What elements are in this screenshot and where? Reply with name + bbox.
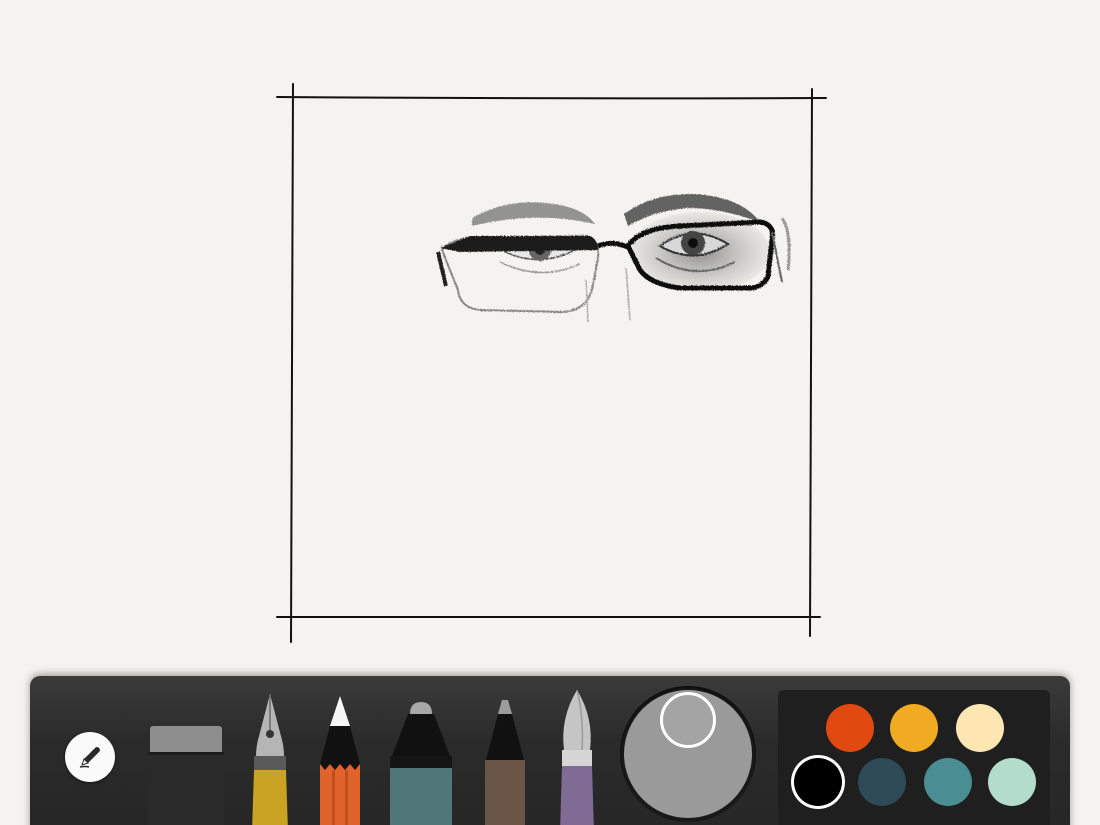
canvas-drawing xyxy=(276,83,827,643)
pencil-tool-icon xyxy=(320,696,360,825)
tool-tray xyxy=(30,676,1070,825)
size-dial-face xyxy=(624,690,752,818)
eyes-with-glasses-sketch xyxy=(436,194,791,323)
marker-icon xyxy=(390,702,452,825)
fountain-pen-icon xyxy=(252,694,288,825)
brush-icon xyxy=(560,689,594,825)
color-swatch[interactable] xyxy=(956,704,1004,752)
color-palette xyxy=(778,690,1050,825)
pencil-tool[interactable] xyxy=(318,694,362,825)
pencil-icon xyxy=(79,747,100,768)
fineliner-icon xyxy=(485,700,525,825)
color-swatch[interactable] xyxy=(858,758,906,806)
drawing-canvas[interactable] xyxy=(0,0,1100,670)
color-swatch[interactable] xyxy=(924,758,972,806)
sketch-frame xyxy=(276,83,827,643)
marker-tool[interactable] xyxy=(386,696,456,825)
eraser-icon xyxy=(148,726,224,825)
brush-tool[interactable] xyxy=(554,688,600,825)
fineliner-tool[interactable] xyxy=(482,698,528,825)
fountain-pen-tool[interactable] xyxy=(248,692,292,825)
app-window xyxy=(0,0,1100,825)
size-indicator-ring[interactable] xyxy=(660,692,716,748)
color-swatch[interactable] xyxy=(988,758,1036,806)
color-swatch[interactable] xyxy=(794,758,842,806)
color-swatch[interactable] xyxy=(890,704,938,752)
color-swatch[interactable] xyxy=(826,704,874,752)
eraser-tool[interactable] xyxy=(146,722,226,825)
mode-toggle-button[interactable] xyxy=(65,732,115,782)
brush-size-dial[interactable] xyxy=(620,686,756,822)
